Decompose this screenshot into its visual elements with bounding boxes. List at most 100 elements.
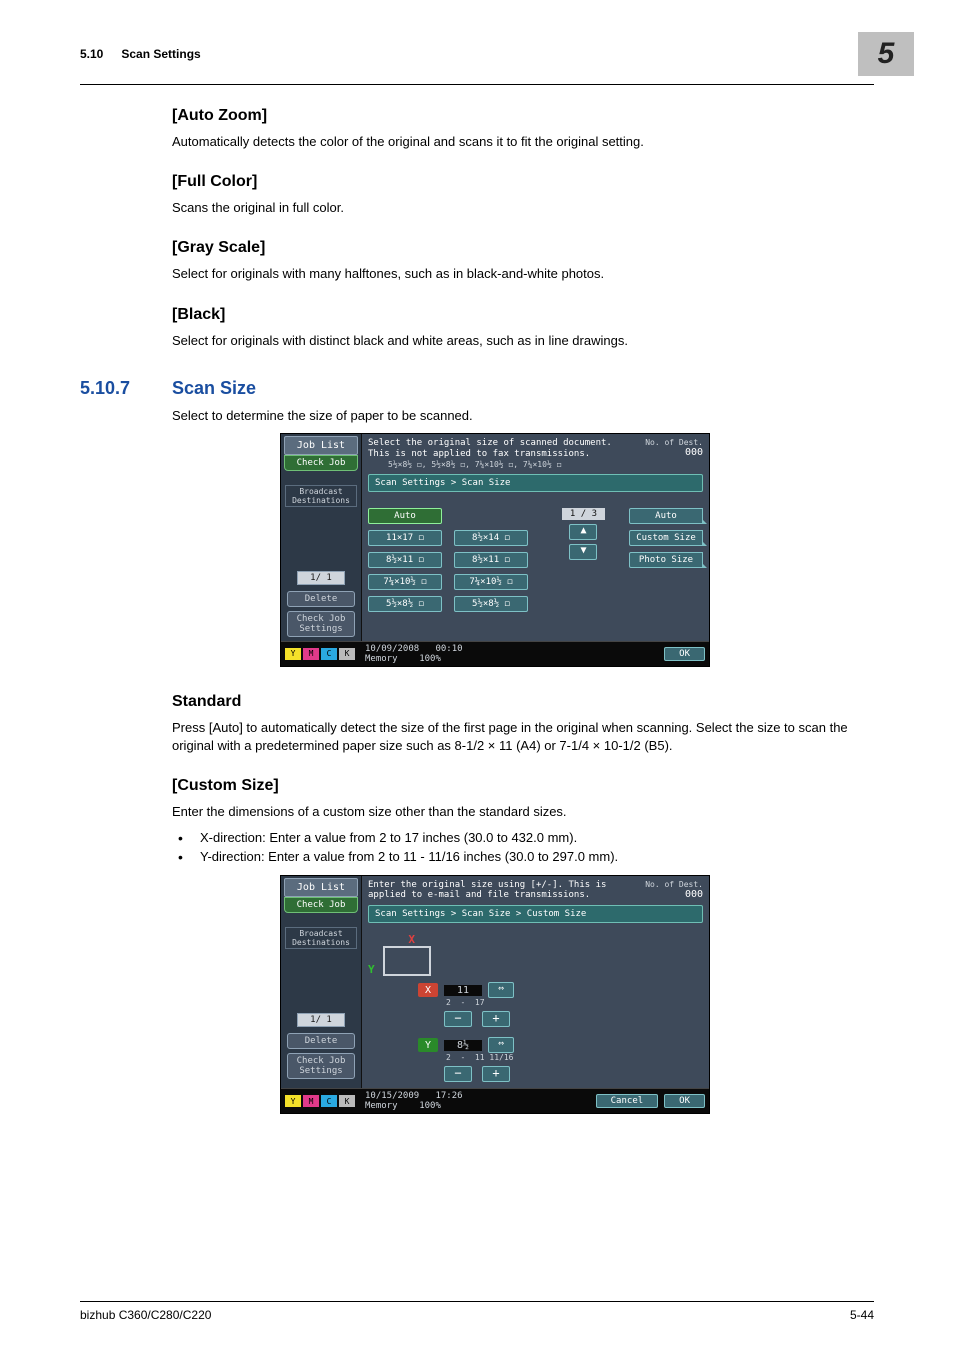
size-option[interactable]: 5½×8½ ◻ (368, 596, 442, 612)
ok-button[interactable]: OK (664, 647, 705, 661)
size-pager: 1 / 3 ▲ ▼ (562, 508, 605, 612)
sidebar-page-indicator: 1/ 1 (297, 571, 345, 585)
tab-auto[interactable]: Auto (629, 508, 703, 524)
figure-custom-size-panel: Job List Check Job Broadcast Destination… (280, 875, 710, 1115)
toner-levels: Y M C K (285, 1095, 355, 1107)
size-option[interactable]: 8½×11 ◻ (368, 552, 442, 568)
size-option[interactable]: 7¼×10½ ◻ (368, 574, 442, 590)
dest-count-box: No. of Dest. 000 (645, 438, 703, 458)
x-dimension-range: 2 - 17 (446, 998, 703, 1007)
size-option[interactable]: 11×17 ◻ (368, 530, 442, 546)
figure-scan-size-panel: Job List Check Job Broadcast Destination… (280, 433, 710, 667)
status-date: 10/09/2008 (365, 644, 419, 654)
y-dimension-label: Y (418, 1038, 438, 1052)
size-side-tabs: Auto Custom Size Photo Size (629, 508, 703, 612)
bullet-x-direction: X-direction: Enter a value from 2 to 17 … (172, 828, 874, 848)
toner-c-icon: C (321, 648, 337, 660)
dest-count-value: 000 (645, 889, 703, 900)
size-preview-box (383, 946, 431, 976)
text-custom-size: Enter the dimensions of a custom size ot… (172, 803, 874, 821)
check-job-settings-button[interactable]: Check Job Settings (287, 1053, 355, 1079)
dest-count-box: No. of Dest. 000 (645, 880, 703, 900)
custom-size-bullet-list: X-direction: Enter a value from 2 to 17 … (172, 828, 874, 867)
plus-button[interactable]: + (482, 1011, 510, 1027)
size-options-col-left: Auto 11×17 ◻ 8½×11 ◻ 7¼×10½ ◻ 5½×8½ ◻ (368, 508, 442, 612)
status-datetime: 10/15/2009 17:26 Memory 100% (365, 1091, 463, 1111)
text-full-color: Scans the original in full color. (172, 199, 874, 217)
panel-main-area: No. of Dest. 000 Enter the original size… (362, 876, 709, 1089)
toner-c-icon: C (321, 1095, 337, 1107)
tab-photo-size[interactable]: Photo Size (629, 552, 703, 568)
status-datetime: 10/09/2008 00:10 Memory 100% (365, 644, 463, 664)
size-option[interactable]: 7¼×10½ ◻ (454, 574, 528, 590)
footer-page-number: 5-44 (850, 1308, 874, 1322)
job-list-sidebar: Job List Check Job Broadcast Destination… (281, 434, 362, 641)
arrow-up-icon[interactable]: ▲ (569, 524, 597, 540)
toner-y-icon: Y (285, 648, 301, 660)
broadcast-destinations-label: Broadcast Destinations (285, 927, 357, 949)
job-list-tab[interactable]: Job List (284, 878, 358, 897)
swap-icon[interactable]: ⇔ (488, 1037, 514, 1053)
delete-button[interactable]: Delete (287, 591, 355, 607)
heading-standard: Standard (172, 693, 874, 711)
check-job-settings-button[interactable]: Check Job Settings (287, 611, 355, 637)
panel-message-line2: This is not applied to fax transmissions… (368, 449, 590, 459)
pager-count: 1 / 3 (562, 508, 605, 520)
ok-button[interactable]: OK (664, 1094, 705, 1108)
header-section-number: 5.10 (80, 47, 103, 61)
panel-message-line1: Enter the original size using [+/-]. Thi… (368, 880, 606, 890)
size-option[interactable]: 8½×11 ◻ (454, 552, 528, 568)
chapter-number-box: 5 (858, 32, 914, 76)
toner-y-icon: Y (285, 1095, 301, 1107)
panel-status-bar: Y M C K 10/15/2009 17:26 Memory 100% Can… (281, 1088, 709, 1113)
minus-button[interactable]: − (444, 1011, 472, 1027)
tab-custom-size[interactable]: Custom Size (629, 530, 703, 546)
header-section-title: Scan Settings (121, 47, 200, 61)
footer-model: bizhub C360/C280/C220 (80, 1308, 211, 1322)
section-title: Scan Size (172, 378, 256, 399)
toner-levels: Y M C K (285, 648, 355, 660)
delete-button[interactable]: Delete (287, 1033, 355, 1049)
swap-icon[interactable]: ⇔ (488, 982, 514, 998)
section-number: 5.10.7 (80, 378, 172, 399)
text-auto-zoom: Automatically detects the color of the o… (172, 133, 874, 151)
bullet-y-direction: Y-direction: Enter a value from 2 to 11 … (172, 847, 874, 867)
section-scan-size: 5.10.7 Scan Size (80, 378, 874, 399)
panel-message-line2: applied to e-mail and file transmissions… (368, 890, 590, 900)
axis-x-label: X (408, 933, 415, 946)
status-memory-label: Memory (365, 654, 398, 664)
check-job-tab[interactable]: Check Job (284, 455, 358, 471)
status-date: 10/15/2009 (365, 1091, 419, 1101)
size-option[interactable]: 8½×14 ◻ (454, 530, 528, 546)
axis-y-label: Y (368, 963, 375, 976)
arrow-down-icon[interactable]: ▼ (569, 544, 597, 560)
panel-breadcrumb: Scan Settings > Scan Size > Custom Size (368, 905, 703, 923)
dest-count-value: 000 (645, 447, 703, 458)
heading-black: [Black] (172, 306, 874, 324)
panel-message-subsizes: 5½×8½ ◻, 5½×8½ ◻, 7¼×10½ ◻, 7¼×10½ ◻ (388, 460, 561, 469)
text-gray-scale: Select for originals with many halftones… (172, 265, 874, 283)
status-time: 17:26 (435, 1091, 462, 1101)
x-dimension-value: 11 (444, 985, 482, 996)
status-memory-label: Memory (365, 1101, 398, 1111)
status-memory-value: 100% (419, 1101, 441, 1111)
minus-button[interactable]: − (444, 1066, 472, 1082)
heading-custom-size: [Custom Size] (172, 777, 874, 795)
job-list-tab[interactable]: Job List (284, 436, 358, 455)
panel-breadcrumb: Scan Settings > Scan Size (368, 474, 703, 492)
size-option[interactable]: 5½×8½ ◻ (454, 596, 528, 612)
broadcast-destinations-label: Broadcast Destinations (285, 485, 357, 507)
size-option-auto[interactable]: Auto (368, 508, 442, 524)
dest-count-label: No. of Dest. (645, 438, 703, 447)
header-rule (80, 84, 874, 85)
x-dimension-label: X (418, 983, 438, 997)
page-footer: bizhub C360/C280/C220 5-44 (80, 1301, 874, 1322)
heading-full-color: [Full Color] (172, 173, 874, 191)
cancel-button[interactable]: Cancel (596, 1094, 659, 1108)
dest-count-label: No. of Dest. (645, 880, 703, 889)
text-scan-size: Select to determine the size of paper to… (172, 407, 874, 425)
check-job-tab[interactable]: Check Job (284, 897, 358, 913)
plus-button[interactable]: + (482, 1066, 510, 1082)
job-list-sidebar: Job List Check Job Broadcast Destination… (281, 876, 362, 1089)
y-dimension-range: 2 - 11 11/16 (446, 1053, 703, 1062)
